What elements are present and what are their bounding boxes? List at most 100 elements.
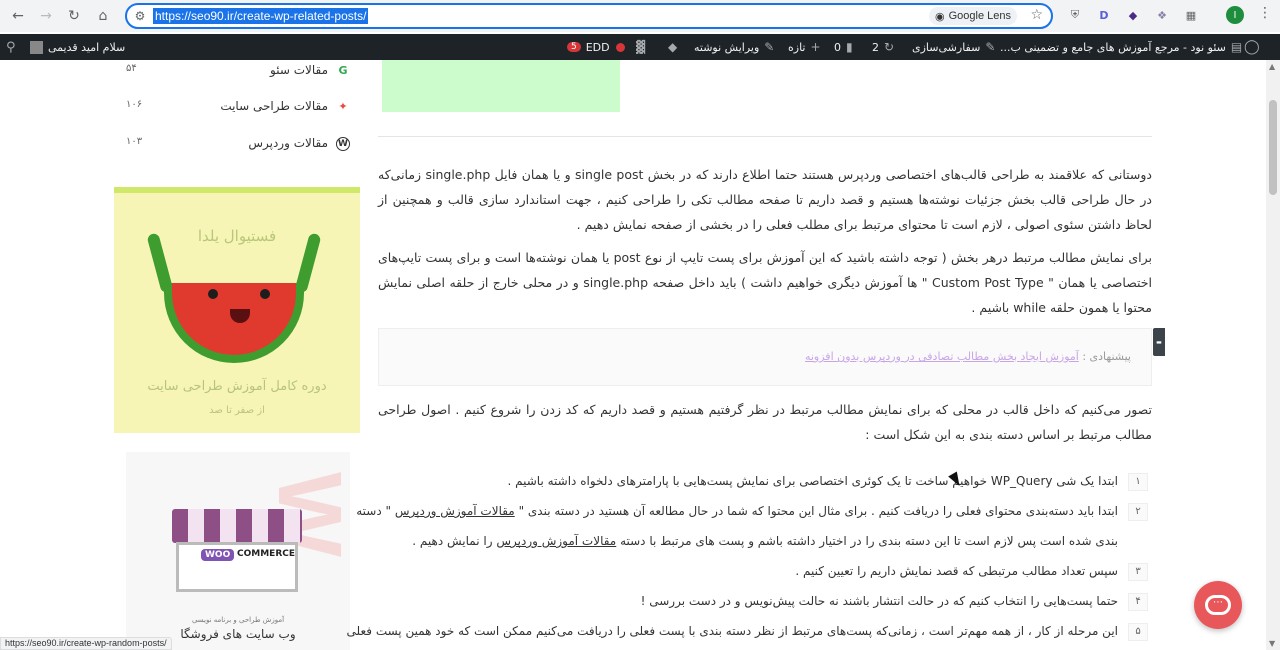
article-paragraph: برای نمایش مطالب مرتبط درهر بخش ( توجه د…: [378, 250, 1153, 315]
category-count: ۱۰۶: [126, 99, 143, 110]
list-text-part: " دسته: [356, 504, 392, 518]
google-g-icon: G: [338, 64, 348, 77]
crystal-extension-icon[interactable]: ❖: [1153, 6, 1171, 24]
edit-post-label: ویرایش نوشته: [694, 40, 760, 54]
pencil-icon: ✎: [764, 40, 775, 54]
admin-bar-comments[interactable]: ▮ 0: [834, 34, 853, 60]
google-lens-button[interactable]: ◉ Google Lens: [929, 7, 1017, 25]
woocommerce-banner[interactable]: W WOO COMMERCE آموزش طراحی و برنامه نویس…: [126, 452, 350, 650]
design-icon: ✦: [338, 100, 348, 113]
bookmark-star-icon[interactable]: ☆: [1030, 7, 1043, 23]
category-name[interactable]: مقالات وردپرس: [248, 136, 328, 150]
edd-count-badge: 5: [567, 42, 581, 52]
forward-arrow-icon[interactable]: →: [32, 2, 60, 30]
admin-bar-customize[interactable]: ✎ سفارشی‌سازی: [912, 34, 995, 60]
course-title: دوره کامل آموزش طراحی سایت: [147, 379, 327, 394]
commerce-logo: COMMERCE: [237, 549, 295, 559]
divider: [378, 136, 1152, 137]
updates-count: 2: [872, 40, 879, 54]
reload-icon[interactable]: ↻: [60, 2, 88, 30]
list-number: ۲: [1128, 503, 1148, 521]
back-arrow-icon[interactable]: ←: [4, 2, 32, 30]
shield-extension-icon[interactable]: ⛨: [1066, 6, 1084, 24]
yoast-icon[interactable]: ▓: [636, 34, 645, 60]
wordpress-icon: W: [336, 137, 350, 151]
scroll-down-icon[interactable]: ▼: [1269, 639, 1275, 648]
plus-icon: +: [810, 40, 821, 54]
admin-bar-account[interactable]: سلام امید قدیمی: [30, 34, 125, 60]
list-item: ۱ ابتدا یک شی WP_Query خواهیم ساخت تا یک…: [378, 470, 1152, 494]
address-bar[interactable]: ⚙ https://seo90.ir/create-wp-related-pos…: [125, 3, 1053, 29]
mouth: [230, 309, 250, 323]
list-item: بندی شده است پس لازم است تا این دسته بند…: [378, 530, 1152, 554]
extensions-puzzle-icon[interactable]: ▦: [1182, 6, 1200, 24]
course-subtitle: از صفر تا صد: [209, 405, 265, 416]
browser-menu-icon[interactable]: ⋮: [1258, 5, 1272, 21]
list-item: ۲ ابتدا باید دسته‌بندی محتوای فعلی را در…: [356, 500, 1152, 524]
google-lens-label: Google Lens: [948, 10, 1011, 22]
suggest-link[interactable]: آموزش ایجاد بخش مطالب تصادفی در وردپرس ب…: [805, 350, 1079, 363]
category-item[interactable]: مقالات وردپرس W ۱۰۳: [120, 136, 360, 156]
store-front-icon: WOO COMMERCE: [176, 542, 298, 592]
side-tab-handle[interactable]: ▬: [1153, 328, 1165, 356]
list-text-part: را نمایش دهیم .: [412, 534, 493, 548]
search-icon[interactable]: ⚲: [6, 34, 16, 60]
d-extension-icon[interactable]: D: [1095, 6, 1113, 24]
admin-bar-site-name[interactable]: ▤ سئو نود - مرجع آموزش های جامع و تضمینی…: [1000, 34, 1242, 60]
wp-admin-bar: ◯ ▤ سئو نود - مرجع آموزش های جامع و تضمی…: [0, 34, 1280, 60]
eye: [260, 289, 270, 299]
chat-support-button[interactable]: ⋯: [1194, 581, 1242, 629]
scroll-up-icon[interactable]: ▲: [1269, 62, 1275, 71]
category-count: ۱۰۳: [126, 136, 143, 147]
chat-bubble-icon: ⋯: [1205, 595, 1231, 615]
article-paragraph: تصور می‌کنیم که داخل قالب در محلی که برا…: [378, 402, 1152, 442]
scrollbar-thumb[interactable]: [1269, 100, 1277, 195]
list-number: ۴: [1128, 593, 1148, 611]
admin-bar-new[interactable]: + تازه: [788, 34, 821, 60]
banner-caption: آموزش طراحی و برنامه نویسی: [191, 616, 285, 624]
site-info-icon[interactable]: ⚙: [127, 9, 153, 23]
greeting-label: سلام امید قدیمی: [48, 40, 126, 54]
admin-bar-edd[interactable]: EDD 5: [567, 34, 610, 60]
home-icon[interactable]: ⌂: [89, 2, 117, 30]
list-text-part: بندی شده است پس لازم است تا این دسته بند…: [620, 534, 1118, 548]
category-count: ۵۴: [126, 63, 137, 74]
suggested-post: پیشنهادی : آموزش ایجاد بخش مطالب تصادفی …: [805, 350, 1131, 363]
site-name-label: سئو نود - مرجع آموزش های جامع و تضمینی ب…: [1000, 40, 1226, 54]
admin-bar-edit-post[interactable]: ✎ ویرایش نوشته: [694, 34, 774, 60]
admin-bar-updates[interactable]: ↻ 2: [872, 34, 894, 60]
new-label: تازه: [788, 40, 806, 54]
list-number: ۱: [1128, 473, 1148, 491]
diamond-plugin-icon[interactable]: ◆: [668, 34, 677, 60]
wp-logo-icon[interactable]: ◯: [1244, 34, 1260, 60]
category-item[interactable]: مقالات طراحی سایت ✦ ۱۰۶: [120, 99, 360, 119]
list-text: حتما پست‌هایی را انتخاب کنیم که در حالت …: [640, 594, 1118, 608]
page-content: مقالات سئو G ۵۴ مقالات طراحی سایت ✦ ۱۰۶ …: [0, 60, 1266, 650]
category-item[interactable]: مقالات سئو G ۵۴: [120, 63, 360, 83]
customize-label: سفارشی‌سازی: [912, 40, 981, 54]
list-text-part: ابتدا باید دسته‌بندی محتوای فعلی را دریا…: [518, 504, 1118, 518]
list-number: ۳: [1128, 563, 1148, 581]
diamond-extension-icon[interactable]: ◆: [1124, 6, 1142, 24]
category-name[interactable]: مقالات سئو: [270, 63, 328, 77]
link-status-bar: https://seo90.ir/create-wp-random-posts/: [0, 637, 172, 650]
page-scrollbar[interactable]: ▲ ▼: [1266, 60, 1280, 650]
profile-avatar[interactable]: I: [1226, 6, 1244, 24]
brush-icon: ✎: [985, 40, 996, 54]
list-item: ۴ حتما پست‌هایی را انتخاب کنیم که در حال…: [378, 590, 1152, 614]
red-status-dot[interactable]: [616, 34, 625, 60]
comment-icon: ▮: [846, 40, 853, 54]
woo-logo: WOO: [201, 549, 235, 561]
suggest-prefix: پیشنهادی :: [1082, 350, 1131, 363]
list-text: این مرحله از کار ، از همه مهم‌تر است ، ز…: [346, 624, 1119, 638]
edd-label: EDD: [585, 40, 610, 54]
url-text[interactable]: https://seo90.ir/create-wp-related-posts…: [153, 8, 369, 24]
yalda-course-banner[interactable]: فستیوال یلدا دوره کامل آموزش طراحی سایت …: [114, 187, 360, 433]
lens-icon: ◉: [935, 10, 945, 23]
store-awning-icon: [172, 509, 302, 543]
category-name[interactable]: مقالات طراحی سایت: [220, 99, 328, 113]
watermelon-illustration: [164, 283, 304, 363]
category-link[interactable]: مقالات آموزش وردپرس: [395, 504, 515, 518]
category-link[interactable]: مقالات آموزش وردپرس: [496, 534, 616, 548]
dashboard-icon: ▤: [1230, 40, 1243, 54]
